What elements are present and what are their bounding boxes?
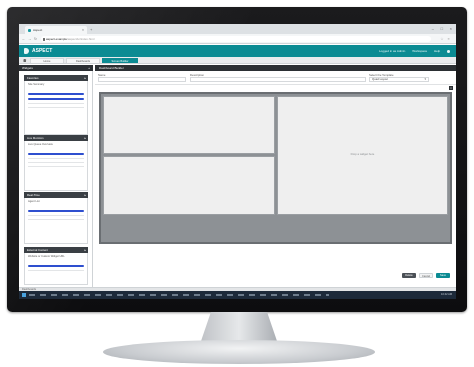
template-select[interactable]: Quad Layout ▾ [369, 77, 429, 82]
divider [28, 107, 84, 108]
start-icon[interactable] [22, 293, 26, 297]
close-tab-icon[interactable]: × [82, 28, 84, 32]
os-taskbar: 10:42 AM [19, 291, 456, 299]
forward-icon[interactable]: → [28, 37, 32, 41]
close-icon[interactable]: × [449, 86, 453, 90]
widget-group-title: Real-Time [27, 193, 40, 197]
divider [28, 162, 84, 163]
browser-tab-title: Aspect [33, 28, 43, 32]
widget-group-real-time: Real-Time ▸ Agent List [24, 192, 88, 244]
template-value: Quad Layout [372, 77, 389, 81]
divider [28, 219, 84, 220]
browser-menu-icons[interactable]: ☆ ≡ [440, 37, 451, 41]
layout-cell-right[interactable]: Drop a widget here [277, 96, 448, 215]
widget-group-title: Live Monitors [27, 136, 44, 140]
collapse-panel-icon[interactable]: « [88, 65, 90, 71]
widget-drag-bar[interactable] [28, 98, 84, 100]
header-help[interactable]: Help [434, 49, 440, 53]
description-field[interactable] [190, 77, 366, 82]
home-icon[interactable] [23, 58, 27, 62]
divider [28, 103, 84, 104]
monitor-stand-base [103, 340, 375, 364]
header-user[interactable]: Logged in as Admin [379, 49, 405, 53]
widget-drag-bar[interactable] [28, 265, 84, 267]
widget-drag-bar[interactable] [28, 93, 84, 95]
layout-canvas: Drop a widget here [99, 92, 452, 244]
delete-button[interactable]: Delete [402, 273, 416, 278]
widget-item[interactable]: Live Queue Overview [25, 141, 87, 147]
widget-drag-bar[interactable] [28, 210, 84, 212]
widget-list: Agent List [24, 198, 88, 244]
header-links: Logged in as Admin Workspace Help [373, 49, 450, 53]
url-host: aspect.example [46, 37, 68, 41]
divider [28, 158, 84, 159]
divider [28, 270, 84, 271]
tab-screen-builder[interactable]: Screen Builder [102, 58, 138, 63]
builder-fields: Name Description Select the Template Qua… [95, 71, 456, 85]
divider [28, 215, 84, 216]
layout-cell-top-left[interactable] [103, 96, 275, 154]
widget-item[interactable]: Agent List [25, 198, 87, 204]
app-tab-bar: Home Dashboards Screen Builder [19, 57, 456, 64]
new-tab-icon[interactable]: + [90, 27, 92, 32]
taskbar-clock: 10:42 AM [441, 293, 452, 296]
dashboard-builder: Dashboard Builder Name Description Selec… [95, 65, 456, 287]
monitor-screen: Aspect × + – □ × ← → ↻ aspect.example/as… [19, 24, 456, 299]
layout-cell-bottom-left[interactable] [103, 156, 275, 215]
taskbar-app-icons[interactable] [29, 294, 329, 296]
widget-list: Live Queue Overview [24, 141, 88, 191]
minimize-icon[interactable]: – [432, 26, 434, 31]
lock-icon [43, 37, 45, 41]
widget-list: Website or Custom Widget URL [24, 253, 88, 285]
widget-group-title: External Content [27, 248, 48, 252]
close-window-icon[interactable]: × [450, 26, 452, 31]
url-field[interactable]: aspect.example/aspect/ui/index.html [41, 36, 431, 42]
widget-group-favorites: Favorites ▸ Site Summary [24, 75, 88, 135]
widget-group-external-content: External Content ▸ Website or Custom Wid… [24, 247, 88, 285]
tab-dashboards[interactable]: Dashboards [66, 58, 100, 63]
chevron-down-icon: ▾ [424, 77, 426, 81]
favicon-icon [28, 28, 31, 32]
app-logo[interactable]: ASPECT [32, 48, 52, 54]
tab-home[interactable]: Home [30, 58, 64, 63]
divider [28, 166, 84, 167]
browser-tab-bar: Aspect × + – □ × [19, 24, 456, 34]
maximize-icon[interactable]: □ [441, 26, 443, 31]
widget-group-title: Favorites [27, 76, 39, 80]
browser-tab[interactable]: Aspect × [25, 26, 87, 34]
widget-item[interactable]: Website or Custom Widget URL [25, 253, 87, 259]
widget-list: Site Summary [24, 81, 88, 135]
header-workspace[interactable]: Workspace [412, 49, 427, 53]
drop-hint: Drop a widget here [350, 152, 375, 156]
reload-icon[interactable]: ↻ [34, 37, 37, 41]
widget-group-live-monitors: Live Monitors ▸ Live Queue Overview [24, 135, 88, 191]
save-button[interactable]: Save [436, 273, 450, 278]
widgets-panel: Widgets « Favorites ▸ Site Summary Live … [19, 65, 93, 287]
widget-item[interactable]: Site Summary [25, 81, 87, 87]
stage-toolbar: × [95, 86, 456, 91]
browser-address-bar: ← → ↻ aspect.example/aspect/ui/index.htm… [19, 34, 456, 44]
url-path: /aspect/ui/index.html [67, 37, 95, 41]
widgets-panel-header: Widgets « [19, 65, 93, 71]
settings-icon[interactable] [447, 49, 450, 53]
back-icon[interactable]: ← [22, 37, 26, 41]
widget-drag-bar[interactable] [28, 153, 84, 155]
logo-mark-icon [24, 48, 29, 54]
cancel-button[interactable]: Cancel [419, 273, 433, 278]
widgets-panel-title: Widgets [22, 66, 33, 70]
name-field[interactable] [98, 77, 186, 82]
app-header: ASPECT Logged in as Admin Workspace Help [19, 45, 456, 57]
